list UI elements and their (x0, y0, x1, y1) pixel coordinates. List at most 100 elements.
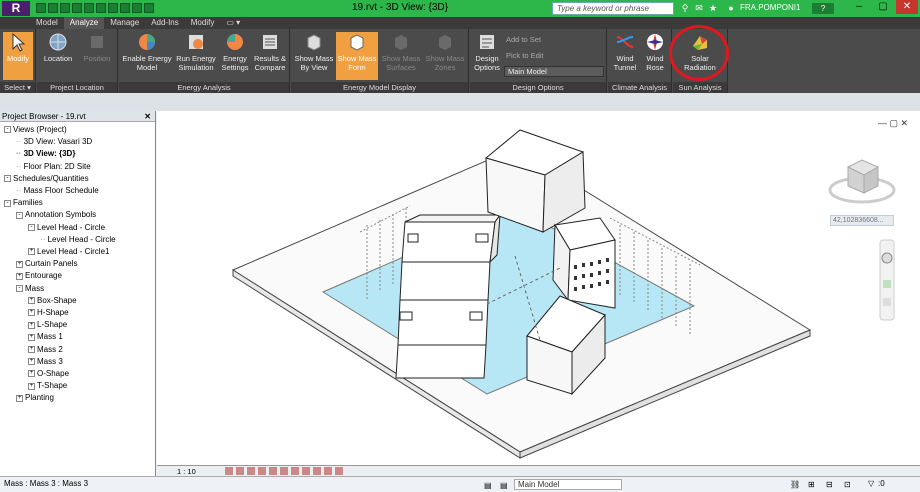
tab-add-ins[interactable]: Add-Ins (145, 17, 185, 29)
undo-icon[interactable] (60, 3, 70, 13)
3d-viewport[interactable]: 42,102836608... (157, 111, 920, 465)
modify-button[interactable]: Modify (3, 32, 33, 80)
worksets-icon[interactable]: ▤ (484, 479, 492, 492)
tree-item[interactable]: + Box-Shape (28, 295, 77, 307)
add-to-set-button[interactable]: Add to Set (506, 35, 541, 44)
tree-item[interactable]: ·· Mass Floor Schedule (16, 185, 99, 197)
crop-icon[interactable] (280, 467, 288, 475)
close-button[interactable]: ✕ (896, 0, 918, 14)
pick-to-edit-button[interactable]: Pick to Edit (506, 51, 544, 60)
show-mass-by-view-button[interactable]: Show Mass By View (293, 32, 335, 80)
position-button[interactable]: Position (79, 32, 115, 80)
results-compare-button[interactable]: Results & Compare (252, 32, 288, 80)
close-icon[interactable]: ✕ (144, 111, 151, 122)
show-mass-surfaces-button[interactable]: Show Mass Surfaces (380, 32, 422, 80)
expand-icon[interactable]: + (28, 370, 35, 378)
user-name[interactable]: FRA.POMPONI1 (740, 3, 800, 12)
expand-icon[interactable]: + (28, 248, 35, 256)
section-icon[interactable] (132, 3, 142, 13)
expand-icon[interactable]: + (28, 321, 35, 329)
tree-item[interactable]: ·· 3D View: Vasari 3D (16, 136, 92, 148)
tree-item[interactable]: + L-Shape (28, 319, 67, 331)
filter-icon[interactable]: ▽ (868, 477, 874, 491)
active-design-option-select[interactable]: Main Model (514, 479, 622, 490)
show-mass-zones-button[interactable]: Show Mass Zones (424, 32, 466, 80)
design-options-status-icon[interactable]: ▤ (500, 479, 508, 492)
search-input[interactable]: Type a keyword or phrase (552, 2, 674, 15)
wind-rose-button[interactable]: Wind Rose (641, 32, 669, 80)
collapse-icon[interactable]: - (16, 211, 23, 219)
maximize-button[interactable]: ▢ (872, 0, 894, 14)
reveal-hidden-icon[interactable] (324, 467, 332, 475)
shadows-icon[interactable] (258, 467, 266, 475)
model-canvas[interactable] (157, 111, 920, 465)
design-option-select[interactable]: Main Model (504, 66, 604, 77)
navigation-bar[interactable] (879, 239, 895, 321)
lock-view-icon[interactable] (302, 467, 310, 475)
tree-item[interactable]: + Mass 3 (28, 356, 63, 368)
expand-icon[interactable]: + (28, 309, 35, 317)
app-logo[interactable]: R (2, 1, 30, 16)
temp-hide-icon[interactable] (313, 467, 321, 475)
collapse-icon[interactable]: - (4, 175, 11, 183)
tree-item[interactable]: + Level Head - Circle1 (28, 246, 109, 258)
tree-item[interactable]: + Entourage (16, 270, 62, 282)
tree-item[interactable]: - Views (Project) (4, 124, 67, 136)
tree-item[interactable]: + Mass 2 (28, 344, 63, 356)
text-icon[interactable] (108, 3, 118, 13)
panel-select-caption[interactable]: Select ▾ (0, 82, 35, 93)
minimize-button[interactable]: – (848, 0, 870, 14)
tab-model[interactable]: Model (30, 17, 64, 29)
tree-item[interactable]: + Mass 1 (28, 331, 63, 343)
expand-icon[interactable]: + (28, 358, 35, 366)
help-button[interactable]: ? (812, 3, 834, 14)
select-underlay-icon[interactable]: ⊞ (808, 478, 815, 492)
thin-lines-icon[interactable] (144, 3, 154, 13)
tree-item[interactable]: - Annotation Symbols (16, 209, 96, 221)
wind-tunnel-button[interactable]: Wind Tunnel (610, 32, 640, 80)
tree-item[interactable]: + H-Shape (28, 307, 69, 319)
collapse-icon[interactable]: - (4, 199, 11, 207)
tree-item[interactable]: - Mass (16, 283, 44, 295)
expand-icon[interactable]: + (16, 394, 23, 402)
viewport-window-controls[interactable]: — ▢ ✕ (878, 118, 908, 129)
expand-icon[interactable]: + (28, 382, 35, 390)
tree-item[interactable]: ·· 3D View: {3D} (16, 148, 75, 160)
tab-modify[interactable]: Modify (185, 17, 221, 29)
ribbon-options-icon[interactable]: ▭ ▾ (220, 17, 246, 29)
tree-item[interactable]: - Level Head - Circle (28, 222, 105, 234)
tab-analyze[interactable]: Analyze (63, 17, 105, 29)
expand-icon[interactable]: + (28, 333, 35, 341)
enable-energy-model-button[interactable]: Enable Energy Model (121, 32, 173, 80)
select-by-face-icon[interactable]: ⊡ (844, 478, 851, 492)
favorites-star-icon[interactable]: ★ (708, 3, 718, 13)
select-pinned-icon[interactable]: ⊟ (826, 478, 833, 492)
view-cube[interactable] (828, 159, 896, 204)
collapse-icon[interactable]: - (16, 284, 23, 292)
tree-item[interactable]: + Planting (16, 392, 54, 404)
detail-level-icon[interactable] (225, 467, 233, 475)
visual-style-icon[interactable] (236, 467, 244, 475)
location-button[interactable]: Location (40, 32, 76, 80)
analysis-display-icon[interactable] (335, 467, 343, 475)
tree-item[interactable]: + O-Shape (28, 368, 69, 380)
energy-settings-button[interactable]: Energy Settings (219, 32, 251, 80)
redo-icon[interactable] (72, 3, 82, 13)
tab-manage[interactable]: Manage (104, 17, 145, 29)
show-mass-form-button[interactable]: Show Mass Form (336, 32, 378, 80)
tree-item[interactable]: ·· Floor Plan: 2D Site (16, 161, 91, 173)
tree-item[interactable]: - Schedules/Quantities (4, 173, 89, 185)
measure-icon[interactable] (96, 3, 106, 13)
sun-path-icon[interactable] (247, 467, 255, 475)
tree-item[interactable]: + Curtain Panels (16, 258, 77, 270)
tree-item[interactable]: ·· Level Head - Circle (40, 234, 116, 246)
run-energy-simulation-button[interactable]: Run Energy Simulation (174, 32, 218, 80)
save-icon[interactable] (48, 3, 58, 13)
subscription-icon[interactable]: ✉ (694, 3, 704, 13)
collapse-icon[interactable]: - (28, 223, 35, 231)
expand-icon[interactable]: + (16, 260, 23, 268)
tree-item[interactable]: - Families (4, 197, 43, 209)
expand-icon[interactable]: + (16, 272, 23, 280)
crop-region-icon[interactable] (291, 467, 299, 475)
print-icon[interactable] (84, 3, 94, 13)
